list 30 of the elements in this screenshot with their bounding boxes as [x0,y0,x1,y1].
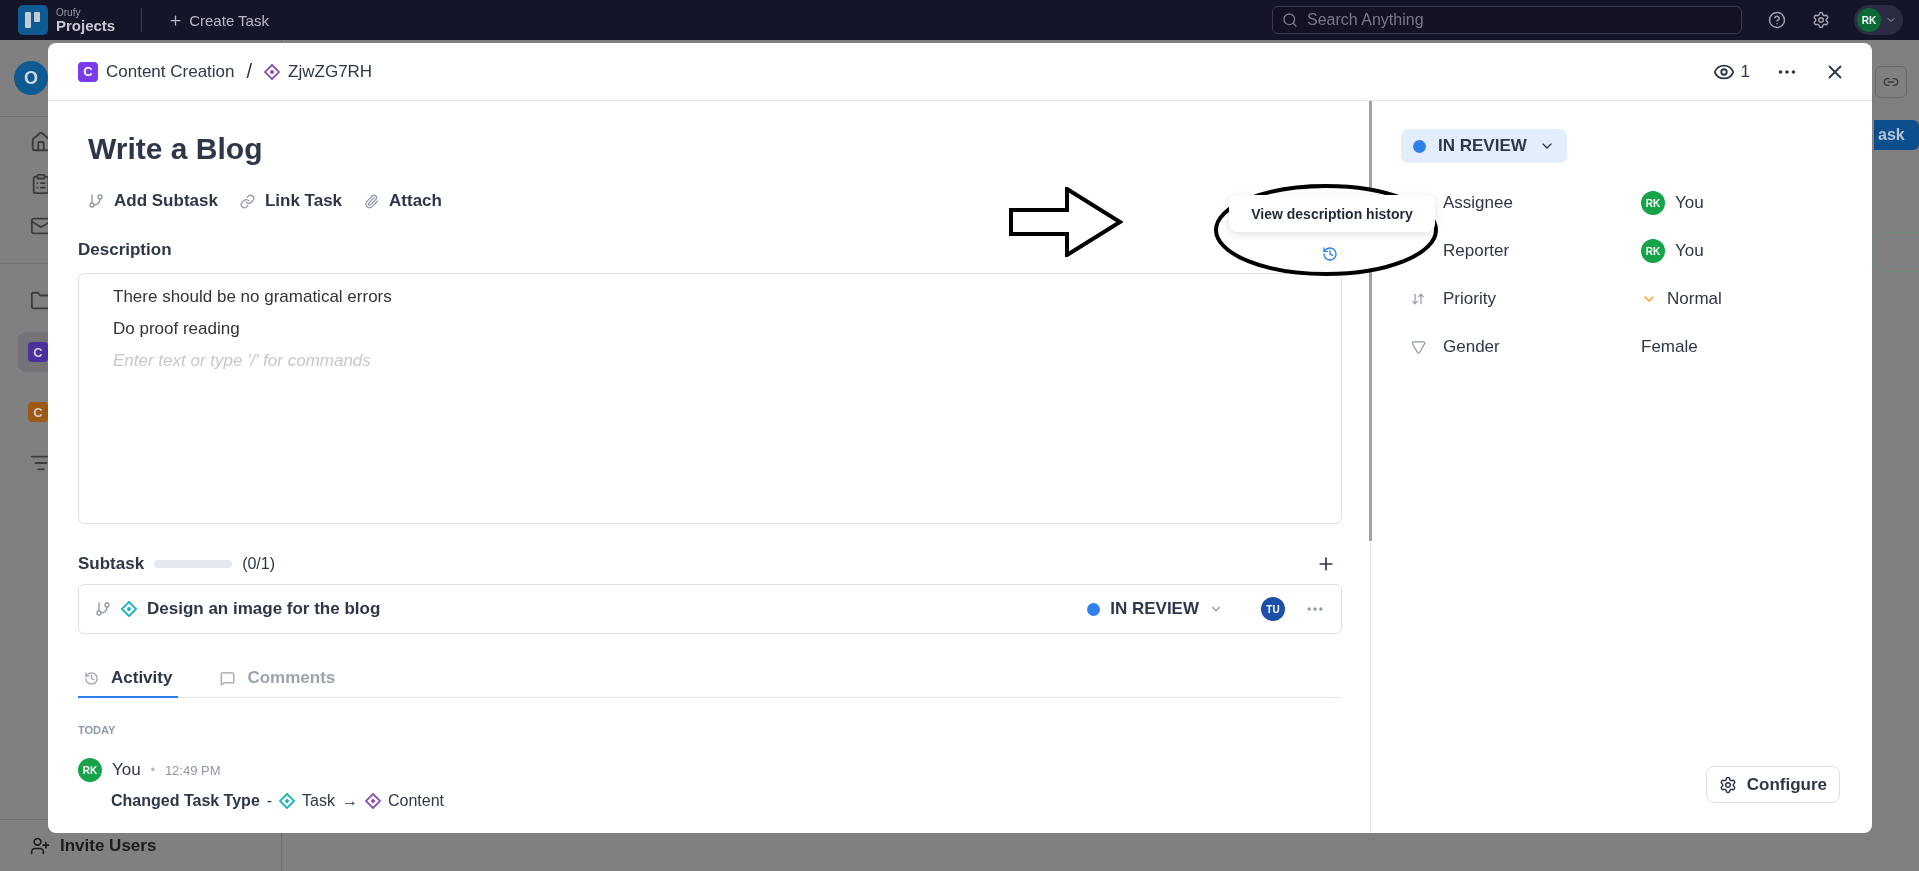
subtask-count: (0/1) [242,555,276,573]
brand-name: Orufy [56,7,82,18]
field-label: Assignee [1442,192,1514,214]
timestamp: 12:49 PM [164,762,221,778]
field-label: Priority [1411,287,1641,311]
day-label: TODAY [78,724,117,736]
user-avatar: RK [1641,239,1665,263]
tooltip: View description history [1229,195,1435,232]
user-name: You [112,760,141,780]
task-id: ZjwZG7RH [288,61,373,82]
subtask-title: Design an image for the blog [147,599,382,619]
product-name: Projects [56,17,116,33]
activity-separator: - [266,792,273,810]
new-type: Content [388,792,445,810]
description-line: Do proof reading [113,318,241,340]
description-line: There should be no gramatical errors [113,286,393,308]
breadcrumb-separator: / [246,60,253,83]
project-icon: C [78,61,98,82]
arrow: → [342,792,358,810]
field-label: Reporter [1442,240,1511,262]
separator-dot: • [150,763,155,777]
assignee-avatar: TU [1261,597,1285,621]
activity-action: Changed Task Type [111,792,260,810]
old-type: Task [302,792,335,810]
field-label: Gender [1411,335,1641,359]
description-label: Description [78,240,172,260]
subtask-label: Subtask [78,554,145,574]
user-avatar: RK [1641,191,1665,215]
editor-placeholder: Enter text or type '/' for commands [113,350,372,372]
user-avatar: RK [78,758,102,782]
